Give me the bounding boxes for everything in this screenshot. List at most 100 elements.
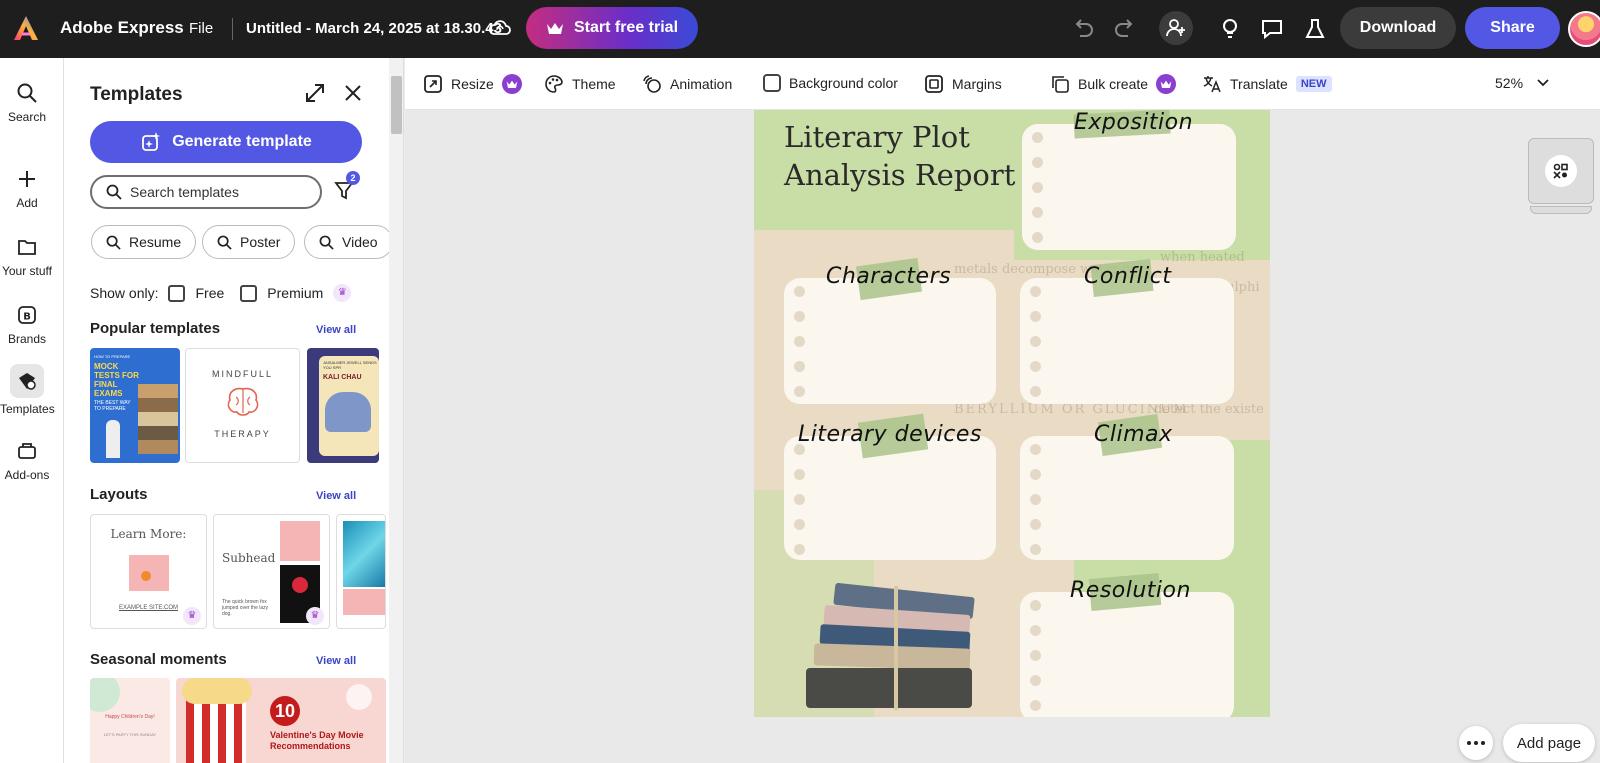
pages-icon	[1552, 162, 1570, 180]
rail-item-search[interactable]: Search	[0, 82, 54, 124]
avatar[interactable]	[1568, 11, 1600, 47]
free-checkbox[interactable]	[168, 285, 185, 302]
seasonal-thumb-valentines-movie[interactable]: 10 Valentine's Day Movie Recommendations	[176, 678, 386, 763]
template-thumb-kali-chaudhary[interactable]: JAISALMER JEWELL SENDS YOU SPR KALI CHAU	[307, 348, 379, 463]
palette-icon	[544, 74, 564, 94]
page-thumbnail-widget[interactable]	[1528, 138, 1594, 214]
translate-button[interactable]: Translate NEW	[1202, 74, 1332, 94]
cloud-sync-icon[interactable]	[488, 17, 512, 39]
layout-thumb-learn-more[interactable]: Learn More: EXAMPLE SITE.COM ♛	[90, 514, 207, 629]
invite-collaborator-button[interactable]	[1159, 11, 1193, 45]
download-button[interactable]: Download	[1340, 7, 1456, 49]
conflict-card[interactable]	[1020, 278, 1234, 404]
expand-icon[interactable]	[304, 82, 326, 104]
document-heading[interactable]: Literary Plot Analysis Report	[784, 118, 1015, 194]
start-free-trial-label: Start free trial	[574, 19, 678, 37]
background-color-button[interactable]: Background color	[763, 74, 898, 92]
search-templates-input[interactable]: Search templates	[90, 175, 322, 209]
book-stack-image[interactable]	[794, 580, 994, 717]
rail-item-addons[interactable]: Add-ons	[0, 440, 54, 482]
add-page-button[interactable]: Add page	[1503, 724, 1595, 762]
ocean-image	[343, 521, 386, 587]
bg-text-line: when heated	[1160, 250, 1245, 265]
resize-label: Resize	[451, 76, 494, 92]
generate-template-label: Generate template	[172, 133, 312, 151]
mock-sub-text: THE BEST WAY TO PREPARE	[94, 400, 134, 412]
document-page[interactable]: metals decompose water only when heated …	[754, 110, 1270, 717]
bulk-create-label: Bulk create	[1078, 76, 1148, 92]
rail-item-brands[interactable]: B Brands	[0, 304, 54, 346]
kali-main-text: KALI CHAU	[323, 374, 377, 381]
subhead-text: Subhead	[222, 551, 275, 565]
premium-checkbox[interactable]	[240, 285, 257, 302]
theme-button[interactable]: Theme	[544, 74, 616, 94]
template-thumb-mindfull-therapy[interactable]: MINDFULL THERAPY	[185, 348, 300, 463]
layout-thumb-ocean[interactable]	[336, 514, 386, 629]
popular-view-all-link[interactable]: View all	[316, 324, 356, 336]
panel-scrollbar[interactable]	[389, 58, 404, 763]
premium-crown-icon	[502, 74, 522, 94]
editor-toolbar: Resize Theme Animation Background color …	[405, 58, 1600, 110]
margins-button[interactable]: Margins	[924, 74, 1002, 94]
chip-video-label: Video	[342, 234, 378, 250]
seasonal-view-all-link[interactable]: View all	[316, 655, 356, 667]
generate-template-button[interactable]: Generate template	[90, 121, 362, 163]
rail-item-add[interactable]: Add	[0, 168, 54, 210]
rail-item-your-stuff[interactable]: Your stuff	[0, 236, 54, 278]
animation-icon	[642, 74, 662, 94]
chip-poster[interactable]: Poster	[202, 225, 295, 259]
document-title[interactable]: Untitled - March 24, 2025 at 18.30.43	[246, 20, 502, 37]
conflict-label[interactable]: Conflict	[1084, 264, 1171, 289]
share-button[interactable]: Share	[1465, 7, 1560, 49]
rail-label-your-stuff: Your stuff	[2, 264, 52, 278]
seasonal-thumb-childrens-day[interactable]: Happy Children's Day! LET'S PARTY THIS S…	[90, 678, 170, 763]
resize-button[interactable]: Resize	[423, 74, 522, 94]
undo-icon[interactable]	[1068, 14, 1098, 44]
layout-thumb-subhead[interactable]: Subhead The quick brown fox jumped over …	[213, 514, 330, 629]
premium-crown-icon: ♛	[306, 607, 324, 625]
adobe-express-logo[interactable]	[12, 14, 40, 42]
lightbulb-icon[interactable]	[1215, 14, 1245, 44]
heading-line-2: Analysis Report	[784, 156, 1015, 194]
more-icon	[1467, 741, 1485, 745]
plus-icon	[16, 168, 38, 190]
bulk-create-icon	[1050, 74, 1070, 94]
childrens-day-text: Happy Children's Day!	[100, 714, 160, 721]
close-icon[interactable]	[344, 84, 362, 102]
chip-resume-label: Resume	[129, 234, 181, 250]
margins-icon	[924, 74, 944, 94]
exposition-label[interactable]: Exposition	[1074, 110, 1193, 135]
resolution-card[interactable]	[1020, 592, 1234, 717]
comment-icon[interactable]	[1257, 14, 1287, 44]
redo-icon[interactable]	[1110, 14, 1140, 44]
start-free-trial-button[interactable]: Start free trial	[526, 7, 698, 49]
show-only-label: Show only:	[90, 285, 158, 301]
chip-poster-label: Poster	[240, 234, 280, 250]
confetti-shape	[90, 678, 120, 712]
climax-card[interactable]	[1020, 436, 1234, 560]
literary-devices-label[interactable]: Literary devices	[798, 422, 982, 447]
chip-resume[interactable]: Resume	[91, 225, 196, 259]
template-thumb-mock-tests[interactable]: HOW TO PREPARE MOCK TESTS FOR FINAL EXAM…	[90, 348, 180, 463]
animation-button[interactable]: Animation	[642, 74, 732, 94]
climax-label[interactable]: Climax	[1094, 422, 1173, 447]
zoom-control[interactable]: 52%	[1495, 75, 1549, 91]
characters-card[interactable]	[784, 278, 996, 404]
kali-top-text: JAISALMER JEWELL SENDS YOU SPR	[323, 360, 377, 370]
svg-text:B: B	[23, 312, 31, 323]
templates-icon	[16, 370, 38, 392]
scrollbar-thumb[interactable]	[391, 76, 402, 134]
resolution-label[interactable]: Resolution	[1070, 578, 1191, 603]
layouts-view-all-link[interactable]: View all	[316, 490, 356, 502]
exposition-card[interactable]	[1022, 124, 1236, 250]
flask-icon[interactable]	[1300, 14, 1330, 44]
chip-video[interactable]: Video	[304, 225, 389, 259]
file-menu[interactable]: File	[189, 20, 213, 37]
bulk-create-button[interactable]: Bulk create	[1050, 74, 1176, 94]
characters-label[interactable]: Characters	[826, 264, 951, 289]
rail-item-templates[interactable]: Templates	[0, 364, 54, 416]
premium-crown-icon	[1156, 74, 1176, 94]
more-options-button[interactable]	[1459, 726, 1493, 760]
brand-icon: B	[16, 304, 38, 326]
mindful-bottom-text: THERAPY	[186, 429, 299, 439]
